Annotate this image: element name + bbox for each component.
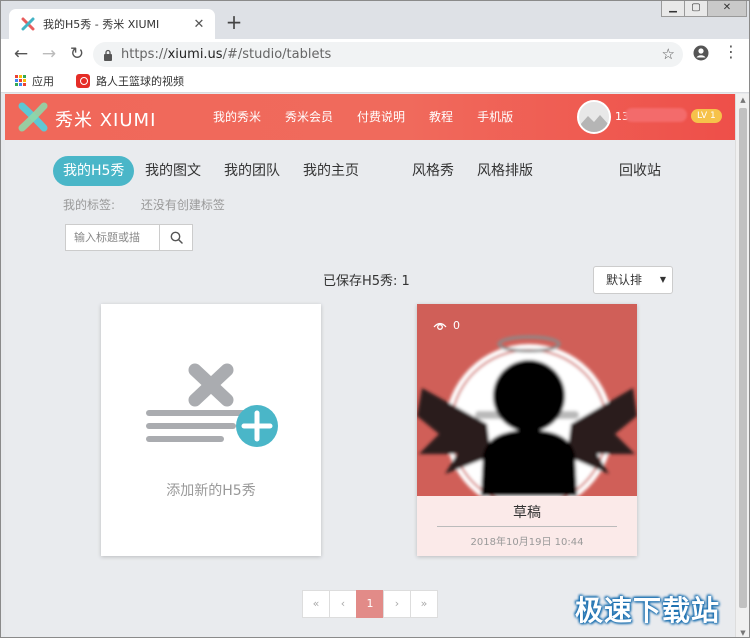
minimize-icon[interactable]: ▁	[661, 1, 685, 17]
basketball-favicon-icon	[76, 73, 90, 88]
saved-count: 已保存H5秀: 1	[323, 274, 410, 289]
page-scrollbar[interactable]: ▲ ▼	[735, 94, 749, 637]
pagination: « ‹ 1 › »	[302, 590, 438, 618]
sort-label: 默认排	[606, 273, 643, 287]
tab-title: 我的H5秀 - 秀米 XIUMI	[43, 18, 160, 31]
reload-icon[interactable]: ↻	[63, 44, 91, 64]
url-scheme: https://	[121, 47, 168, 62]
caret-down-icon: ▼	[659, 275, 666, 284]
page-current-button[interactable]: 1	[356, 590, 384, 618]
watermark: 极速下载站	[575, 594, 721, 627]
tags-empty-link[interactable]: 还没有创建标签	[141, 198, 225, 212]
window-close-icon[interactable]: ✕	[707, 1, 747, 17]
draft-cover[interactable]: 0	[417, 304, 637, 496]
xiumi-logo-icon[interactable]	[17, 102, 49, 132]
tags-label: 我的标签:	[63, 198, 116, 212]
site-nav: 我的秀米 秀米会员 付费说明 教程 手机版	[213, 108, 537, 125]
search-button[interactable]	[159, 224, 193, 251]
search-input[interactable]	[65, 224, 159, 251]
scroll-up-icon[interactable]: ▲	[736, 96, 749, 104]
tab-my-h5[interactable]: 我的H5秀	[53, 156, 135, 186]
new-h5-label: 添加新的H5秀	[166, 483, 256, 499]
forward-arrow-icon[interactable]: →	[35, 44, 63, 64]
browser-window: 我的H5秀 - 秀米 XIUMI ✕ + ▁ ▢ ✕ ← → ↻ https:/…	[0, 0, 750, 638]
search-icon	[170, 231, 183, 244]
browser-tab[interactable]: 我的H5秀 - 秀米 XIUMI ✕	[9, 9, 215, 39]
tab-recycle-bin[interactable]: 回收站	[619, 156, 661, 186]
restore-icon[interactable]: ▢	[684, 1, 708, 17]
apps-grid-icon	[15, 75, 26, 86]
tab-close-icon[interactable]: ✕	[191, 17, 207, 32]
angel-cover-image	[417, 335, 637, 496]
page-prev-button[interactable]: ‹	[329, 590, 357, 618]
site-header: 秀米 XIUMI 我的秀米 秀米会员 付费说明 教程 手机版 13 LV 1	[5, 94, 735, 140]
new-tab-button[interactable]: +	[223, 10, 245, 34]
username-redaction	[625, 108, 687, 122]
scroll-thumb[interactable]	[739, 108, 747, 608]
sort-select[interactable]: 默认排 ▼	[593, 266, 673, 294]
draft-date: 2018年10月19日 10:44	[470, 537, 584, 548]
bookmark-label: 路人王篮球的视频	[96, 74, 184, 88]
page-content: 秀米 XIUMI 我的秀米 秀米会员 付费说明 教程 手机版 13 LV 1 我…	[5, 94, 735, 637]
add-h5-illustration-icon	[146, 363, 278, 447]
tab-strip: 我的H5秀 - 秀米 XIUMI ✕ + ▁ ▢ ✕	[1, 1, 749, 39]
bookmark-label: 应用	[32, 74, 54, 88]
search-box	[65, 224, 193, 251]
bookmark-luren[interactable]: 路人王篮球的视频	[76, 73, 184, 89]
nav-mobile[interactable]: 手机版	[477, 108, 513, 125]
new-h5-card[interactable]: 添加新的H5秀	[101, 304, 321, 556]
window-controls: ▁ ▢ ✕	[661, 1, 747, 17]
more-menu-icon[interactable]: ⋮	[723, 43, 739, 61]
view-count: 0	[433, 319, 460, 332]
page-next-button[interactable]: ›	[383, 590, 411, 618]
nav-tutorial[interactable]: 教程	[429, 108, 453, 125]
bookmarks-bar: 应用 路人王篮球的视频	[1, 69, 749, 93]
avatar-placeholder-icon	[579, 102, 609, 132]
tab-my-articles[interactable]: 我的图文	[145, 156, 201, 186]
bookmark-apps[interactable]: 应用	[15, 73, 54, 89]
level-badge: LV 1	[691, 109, 722, 123]
bookmark-star-icon[interactable]: ☆	[662, 45, 675, 63]
nav-membership[interactable]: 秀米会员	[285, 108, 333, 125]
url-host: xiumi.us	[167, 47, 223, 62]
eye-icon	[433, 322, 447, 330]
tags-row: 我的标签: 还没有创建标签	[63, 196, 247, 213]
nav-pricing[interactable]: 付费说明	[357, 108, 405, 125]
tab-my-homepage[interactable]: 我的主页	[303, 156, 359, 186]
avatar[interactable]	[577, 100, 611, 134]
view-count-value: 0	[453, 319, 460, 332]
lock-icon	[104, 49, 112, 61]
draft-title[interactable]: 草稿	[417, 502, 637, 522]
scroll-down-icon[interactable]: ▼	[736, 629, 749, 637]
logo-text[interactable]: 秀米 XIUMI	[55, 106, 156, 132]
address-bar[interactable]: https://xiumi.us/#/studio/tablets ☆	[93, 42, 683, 67]
browser-toolbar: ← → ↻ https://xiumi.us/#/studio/tablets …	[1, 39, 749, 69]
profile-icon[interactable]	[693, 45, 709, 61]
studio-tabs: 我的H5秀 我的图文 我的团队 我的主页 风格秀 风格排版 回收站	[53, 156, 733, 186]
xiumi-favicon-icon	[21, 17, 35, 31]
nav-my-xiumi[interactable]: 我的秀米	[213, 108, 261, 125]
draft-divider	[437, 526, 617, 527]
tab-style-layout[interactable]: 风格排版	[477, 156, 533, 186]
page-first-button[interactable]: «	[302, 590, 330, 618]
tab-my-team[interactable]: 我的团队	[224, 156, 280, 186]
url-text: https://xiumi.us/#/studio/tablets	[121, 47, 331, 62]
url-path: /#/studio/tablets	[222, 47, 332, 62]
back-arrow-icon[interactable]: ←	[7, 44, 35, 64]
page-last-button[interactable]: »	[410, 590, 438, 618]
draft-h5-card[interactable]: 0 草稿 2018年10月19日 10:44	[417, 304, 637, 556]
tab-style-show[interactable]: 风格秀	[412, 156, 454, 186]
